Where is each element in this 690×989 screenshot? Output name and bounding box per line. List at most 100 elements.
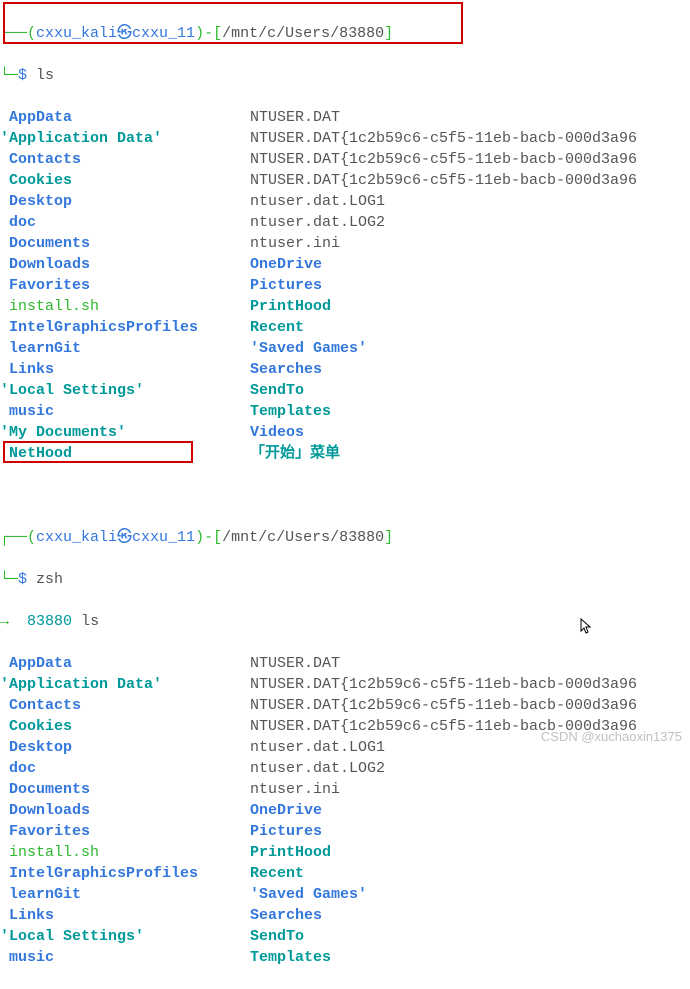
file-entry: NTUSER.DAT{1c2b59c6-c5f5-11eb-bacb-000d3…: [250, 674, 690, 695]
zsh-prompt: → 83880 ls: [0, 611, 690, 632]
listing-row: musicTemplates: [0, 947, 690, 968]
close-bracket: ]: [384, 529, 393, 546]
file-entry: ntuser.dat.LOG2: [250, 212, 690, 233]
file-entry: 'Local Settings': [0, 380, 250, 401]
file-entry: learnGit: [0, 338, 250, 359]
zsh-dir: 83880: [27, 613, 72, 630]
file-entry: Downloads: [0, 800, 250, 821]
file-entry: IntelGraphicsProfiles: [0, 863, 250, 884]
file-entry: 'Local Settings': [0, 926, 250, 947]
file-entry: IntelGraphicsProfiles: [0, 317, 250, 338]
prompt-host: cxxu_11: [132, 529, 195, 546]
at-icon: ㉿: [117, 25, 132, 42]
listing-row: musicTemplates: [0, 401, 690, 422]
file-entry: 'Saved Games': [250, 338, 690, 359]
terminal-output[interactable]: ┌──(cxxu_kali㉿cxxu_11)-[/mnt/c/Users/838…: [0, 2, 690, 989]
watermark: CSDN @xuchaoxin1375: [541, 728, 682, 746]
file-entry: NTUSER.DAT{1c2b59c6-c5f5-11eb-bacb-000d3…: [250, 695, 690, 716]
file-entry: OneDrive: [250, 800, 690, 821]
file-entry: Contacts: [0, 695, 250, 716]
listing-row: Documentsntuser.ini: [0, 779, 690, 800]
file-entry: music: [0, 947, 250, 968]
file-entry: Recent: [250, 863, 690, 884]
close-bracket: ]: [384, 25, 393, 42]
listing-row: 'Application Data'NTUSER.DAT{1c2b59c6-c5…: [0, 128, 690, 149]
listing-row: 'Local Settings'SendTo: [0, 926, 690, 947]
file-entry: NTUSER.DAT: [250, 107, 690, 128]
file-entry: 'Application Data': [0, 128, 250, 149]
listing-row: learnGit'Saved Games': [0, 884, 690, 905]
arrow-icon: →: [0, 613, 9, 630]
file-entry: NetHood: [0, 443, 250, 464]
listing-row: ContactsNTUSER.DAT{1c2b59c6-c5f5-11eb-ba…: [0, 149, 690, 170]
close-paren: )-[: [195, 529, 222, 546]
file-entry: AppData: [0, 653, 250, 674]
file-entry: ntuser.dat.LOG1: [250, 191, 690, 212]
command-text: ls: [36, 67, 54, 84]
file-entry: 「开始」菜单: [250, 443, 690, 464]
file-entry: music: [0, 401, 250, 422]
file-entry: ntuser.ini: [250, 233, 690, 254]
file-entry: Links: [0, 359, 250, 380]
file-entry: 'Application Data': [0, 674, 250, 695]
box-corner-bl-icon: └─: [0, 67, 18, 84]
prompt-host: cxxu_11: [132, 25, 195, 42]
file-entry: PrintHood: [250, 842, 690, 863]
file-entry: Searches: [250, 359, 690, 380]
file-entry: Cookies: [0, 170, 250, 191]
listing-row: 'Application Data'NTUSER.DAT{1c2b59c6-c5…: [0, 674, 690, 695]
file-entry: ntuser.ini: [250, 779, 690, 800]
at-icon: ㉿: [117, 529, 132, 546]
listing-row: CookiesNTUSER.DAT{1c2b59c6-c5f5-11eb-bac…: [0, 170, 690, 191]
file-entry: PrintHood: [250, 296, 690, 317]
file-entry: doc: [0, 758, 250, 779]
file-entry: 'Saved Games': [250, 884, 690, 905]
listing-row: LinksSearches: [0, 905, 690, 926]
listing-row: AppDataNTUSER.DAT: [0, 653, 690, 674]
file-entry: SendTo: [250, 380, 690, 401]
box-corner-bl-icon: └─: [0, 571, 18, 588]
prompt-path: /mnt/c/Users/83880: [222, 25, 384, 42]
prompt-user: cxxu_kali: [36, 25, 117, 42]
listing-row: 'My Documents'Videos: [0, 422, 690, 443]
file-entry: NTUSER.DAT: [250, 653, 690, 674]
file-entry: ntuser.dat.LOG2: [250, 758, 690, 779]
box-corner-icon: ┌──(: [0, 529, 36, 546]
file-entry: Pictures: [250, 275, 690, 296]
file-entry: Templates: [250, 947, 690, 968]
listing-row: 'Local Settings'SendTo: [0, 380, 690, 401]
close-paren: )-[: [195, 25, 222, 42]
dollar-icon: $: [18, 67, 27, 84]
ls-output-1: AppDataNTUSER.DAT'Application Data'NTUSE…: [0, 107, 690, 464]
listing-row: FavoritesPictures: [0, 275, 690, 296]
file-entry: Searches: [250, 905, 690, 926]
file-entry: 'My Documents': [0, 422, 250, 443]
file-entry: Videos: [250, 422, 690, 443]
listing-row: install.shPrintHood: [0, 296, 690, 317]
file-entry: Links: [0, 905, 250, 926]
listing-row: IntelGraphicsProfilesRecent: [0, 317, 690, 338]
prompt-line-1b: └─$ ls: [0, 65, 690, 86]
listing-row: DownloadsOneDrive: [0, 254, 690, 275]
ls-output-2: AppDataNTUSER.DAT'Application Data'NTUSE…: [0, 653, 690, 968]
file-entry: Contacts: [0, 149, 250, 170]
listing-row: IntelGraphicsProfilesRecent: [0, 863, 690, 884]
prompt-user: cxxu_kali: [36, 529, 117, 546]
file-entry: install.sh: [0, 296, 250, 317]
file-entry: Favorites: [0, 821, 250, 842]
listing-row: docntuser.dat.LOG2: [0, 758, 690, 779]
prompt-path: /mnt/c/Users/83880: [222, 529, 384, 546]
file-entry: Desktop: [0, 737, 250, 758]
listing-row: ContactsNTUSER.DAT{1c2b59c6-c5f5-11eb-ba…: [0, 695, 690, 716]
file-entry: doc: [0, 212, 250, 233]
file-entry: Desktop: [0, 191, 250, 212]
file-entry: Templates: [250, 401, 690, 422]
file-entry: Favorites: [0, 275, 250, 296]
listing-row: LinksSearches: [0, 359, 690, 380]
listing-row: Documentsntuser.ini: [0, 233, 690, 254]
file-entry: Pictures: [250, 821, 690, 842]
listing-row: Desktopntuser.dat.LOG1: [0, 191, 690, 212]
file-entry: Documents: [0, 779, 250, 800]
command-text: ls: [81, 613, 99, 630]
listing-row: AppDataNTUSER.DAT: [0, 107, 690, 128]
